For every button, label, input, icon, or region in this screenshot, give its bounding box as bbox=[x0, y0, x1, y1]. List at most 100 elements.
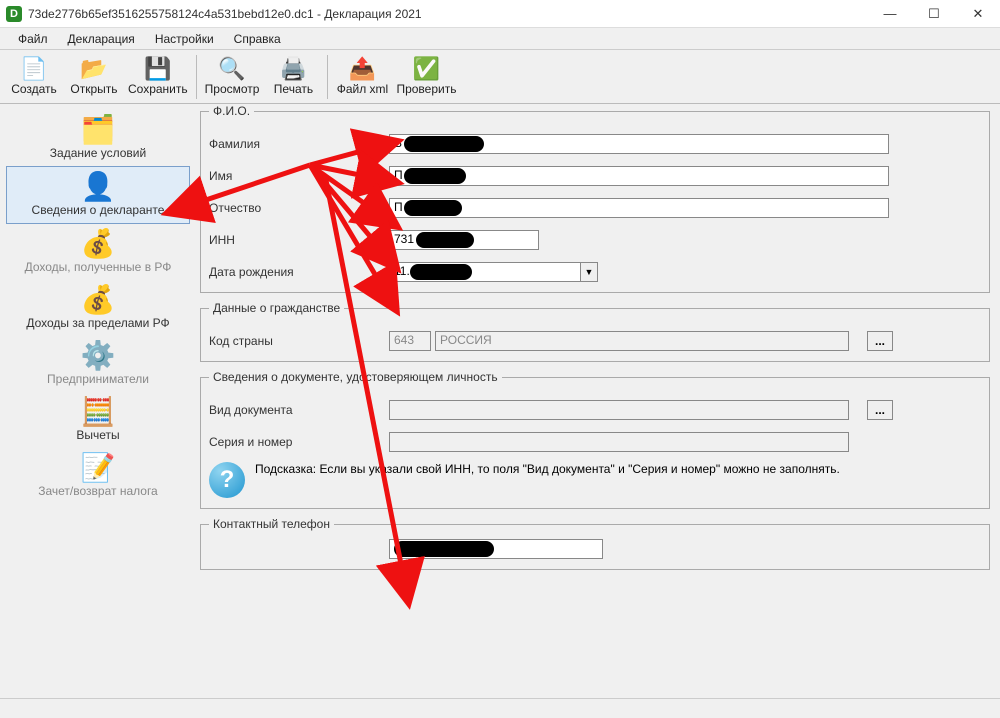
tool-print[interactable]: 🖨️ Печать bbox=[263, 52, 323, 102]
sidebar-item-deductions[interactable]: 🧮 Вычеты bbox=[6, 392, 190, 448]
content-area: Ф.И.О. Фамилия В Имя П Отчество П bbox=[196, 104, 1000, 698]
status-bar bbox=[0, 698, 1000, 718]
document-icon: 📝 bbox=[81, 452, 116, 484]
input-phone[interactable] bbox=[389, 539, 603, 559]
sidebar-label-offset: Зачет/возврат налога bbox=[38, 484, 157, 498]
value-patronymic: П bbox=[394, 200, 403, 214]
tool-create-label: Создать bbox=[11, 82, 57, 96]
label-patronymic: Отчество bbox=[209, 201, 389, 215]
maximize-button[interactable]: ☐ bbox=[912, 0, 956, 28]
save-icon: 💾 bbox=[144, 58, 171, 80]
redaction bbox=[404, 168, 466, 184]
sidebar-label-deductions: Вычеты bbox=[76, 428, 119, 442]
input-doc-serial[interactable] bbox=[389, 432, 849, 452]
hint-icon: ? bbox=[209, 462, 245, 498]
country-lookup-button[interactable]: ... bbox=[867, 331, 893, 351]
label-firstname: Имя bbox=[209, 169, 389, 183]
window-title: 73de2776b65ef3516255758124c4a531bebd12e0… bbox=[28, 7, 868, 21]
label-lastname: Фамилия bbox=[209, 137, 389, 151]
input-inn[interactable]: 731 bbox=[389, 230, 539, 250]
sidebar-item-conditions[interactable]: 🗂️ Задание условий bbox=[6, 110, 190, 166]
hint-prefix: Подсказка: bbox=[255, 462, 316, 476]
redaction bbox=[394, 541, 494, 557]
tool-save[interactable]: 💾 Сохранить bbox=[124, 52, 192, 102]
sidebar-item-income-abroad[interactable]: 💰 Доходы за пределами РФ bbox=[6, 280, 190, 336]
tool-open[interactable]: 📂 Открыть bbox=[64, 52, 124, 102]
menu-settings[interactable]: Настройки bbox=[147, 30, 222, 48]
group-phone-legend: Контактный телефон bbox=[209, 517, 334, 531]
toolbar-separator bbox=[327, 55, 328, 99]
tool-xml[interactable]: 📤 Файл xml bbox=[332, 52, 392, 102]
redaction bbox=[404, 136, 484, 152]
input-patronymic[interactable]: П bbox=[389, 198, 889, 218]
calculator-icon: 🧮 bbox=[81, 396, 116, 428]
check-icon: ✅ bbox=[413, 58, 440, 80]
sidebar-item-income-rf[interactable]: 💰 Доходы, полученные в РФ bbox=[6, 224, 190, 280]
group-document: Сведения о документе, удостоверяющем лич… bbox=[200, 370, 990, 509]
sidebar-label-income-abroad: Доходы за пределами РФ bbox=[26, 316, 169, 330]
menu-bar: Файл Декларация Настройки Справка bbox=[0, 28, 1000, 50]
conditions-icon: 🗂️ bbox=[81, 114, 116, 146]
group-phone: Контактный телефон bbox=[200, 517, 990, 570]
group-fio-legend: Ф.И.О. bbox=[209, 104, 254, 118]
toolbar: 📄 Создать 📂 Открыть 💾 Сохранить 🔍 Просмо… bbox=[0, 50, 1000, 104]
menu-declaration[interactable]: Декларация bbox=[60, 30, 143, 48]
input-country-code[interactable]: 643 bbox=[389, 331, 431, 351]
group-document-legend: Сведения о документе, удостоверяющем лич… bbox=[209, 370, 502, 384]
minimize-button[interactable]: — bbox=[868, 0, 912, 28]
value-inn: 731 bbox=[394, 232, 414, 246]
redaction bbox=[410, 264, 472, 280]
input-doc-type[interactable] bbox=[389, 400, 849, 420]
label-dob: Дата рождения bbox=[209, 265, 389, 279]
value-firstname: П bbox=[394, 168, 403, 182]
new-file-icon: 📄 bbox=[20, 58, 47, 80]
redaction bbox=[404, 200, 462, 216]
label-doc-serial: Серия и номер bbox=[209, 435, 389, 449]
tool-preview-label: Просмотр bbox=[205, 82, 260, 96]
label-inn: ИНН bbox=[209, 233, 389, 247]
sidebar-item-offset[interactable]: 📝 Зачет/возврат налога bbox=[6, 448, 190, 504]
sidebar-item-entrepreneur[interactable]: ⚙️ Предприниматели bbox=[6, 336, 190, 392]
group-citizenship-legend: Данные о гражданстве bbox=[209, 301, 344, 315]
tool-print-label: Печать bbox=[274, 82, 313, 96]
menu-help[interactable]: Справка bbox=[226, 30, 289, 48]
sidebar-label-declarant: Сведения о декларанте bbox=[32, 203, 165, 217]
money-bag-icon: 💰 bbox=[81, 284, 116, 316]
group-citizenship: Данные о гражданстве Код страны 643 РОСС… bbox=[200, 301, 990, 362]
sidebar-label-entrepreneur: Предприниматели bbox=[47, 372, 149, 386]
tool-save-label: Сохранить bbox=[128, 82, 188, 96]
tool-check[interactable]: ✅ Проверить bbox=[392, 52, 460, 102]
tool-check-label: Проверить bbox=[396, 82, 456, 96]
close-button[interactable]: ✕ bbox=[956, 0, 1000, 28]
label-doc-type: Вид документа bbox=[209, 403, 389, 417]
tool-create[interactable]: 📄 Создать bbox=[4, 52, 64, 102]
briefcase-icon: ⚙️ bbox=[81, 340, 116, 372]
title-bar: D 73de2776b65ef3516255758124c4a531bebd12… bbox=[0, 0, 1000, 28]
input-dob[interactable]: 11. bbox=[389, 262, 581, 282]
sidebar-item-declarant[interactable]: 👤 Сведения о декларанте bbox=[6, 166, 190, 224]
doc-type-lookup-button[interactable]: ... bbox=[867, 400, 893, 420]
input-country-name[interactable]: РОССИЯ bbox=[435, 331, 849, 351]
input-firstname[interactable]: П bbox=[389, 166, 889, 186]
toolbar-separator bbox=[196, 55, 197, 99]
app-icon: D bbox=[6, 6, 22, 22]
redaction bbox=[416, 232, 474, 248]
xml-file-icon: 📤 bbox=[349, 58, 376, 80]
person-icon: 👤 bbox=[81, 171, 116, 203]
label-country-code: Код страны bbox=[209, 334, 389, 348]
tool-preview[interactable]: 🔍 Просмотр bbox=[201, 52, 264, 102]
group-fio: Ф.И.О. Фамилия В Имя П Отчество П bbox=[200, 104, 990, 293]
magnifier-icon: 🔍 bbox=[218, 58, 245, 80]
printer-icon: 🖨️ bbox=[280, 58, 307, 80]
hint-text: Если вы указали свой ИНН, то поля "Вид д… bbox=[319, 462, 839, 476]
sidebar-label-conditions: Задание условий bbox=[50, 146, 146, 160]
dob-dropdown-button[interactable]: ▼ bbox=[580, 262, 598, 282]
sidebar-label-income-rf: Доходы, полученные в РФ bbox=[25, 260, 172, 274]
tool-open-label: Открыть bbox=[70, 82, 117, 96]
sidebar: 🗂️ Задание условий 👤 Сведения о декларан… bbox=[0, 104, 196, 698]
menu-file[interactable]: Файл bbox=[10, 30, 56, 48]
value-lastname: В bbox=[394, 136, 402, 150]
main-area: 🗂️ Задание условий 👤 Сведения о декларан… bbox=[0, 104, 1000, 698]
input-lastname[interactable]: В bbox=[389, 134, 889, 154]
money-icon: 💰 bbox=[81, 228, 116, 260]
